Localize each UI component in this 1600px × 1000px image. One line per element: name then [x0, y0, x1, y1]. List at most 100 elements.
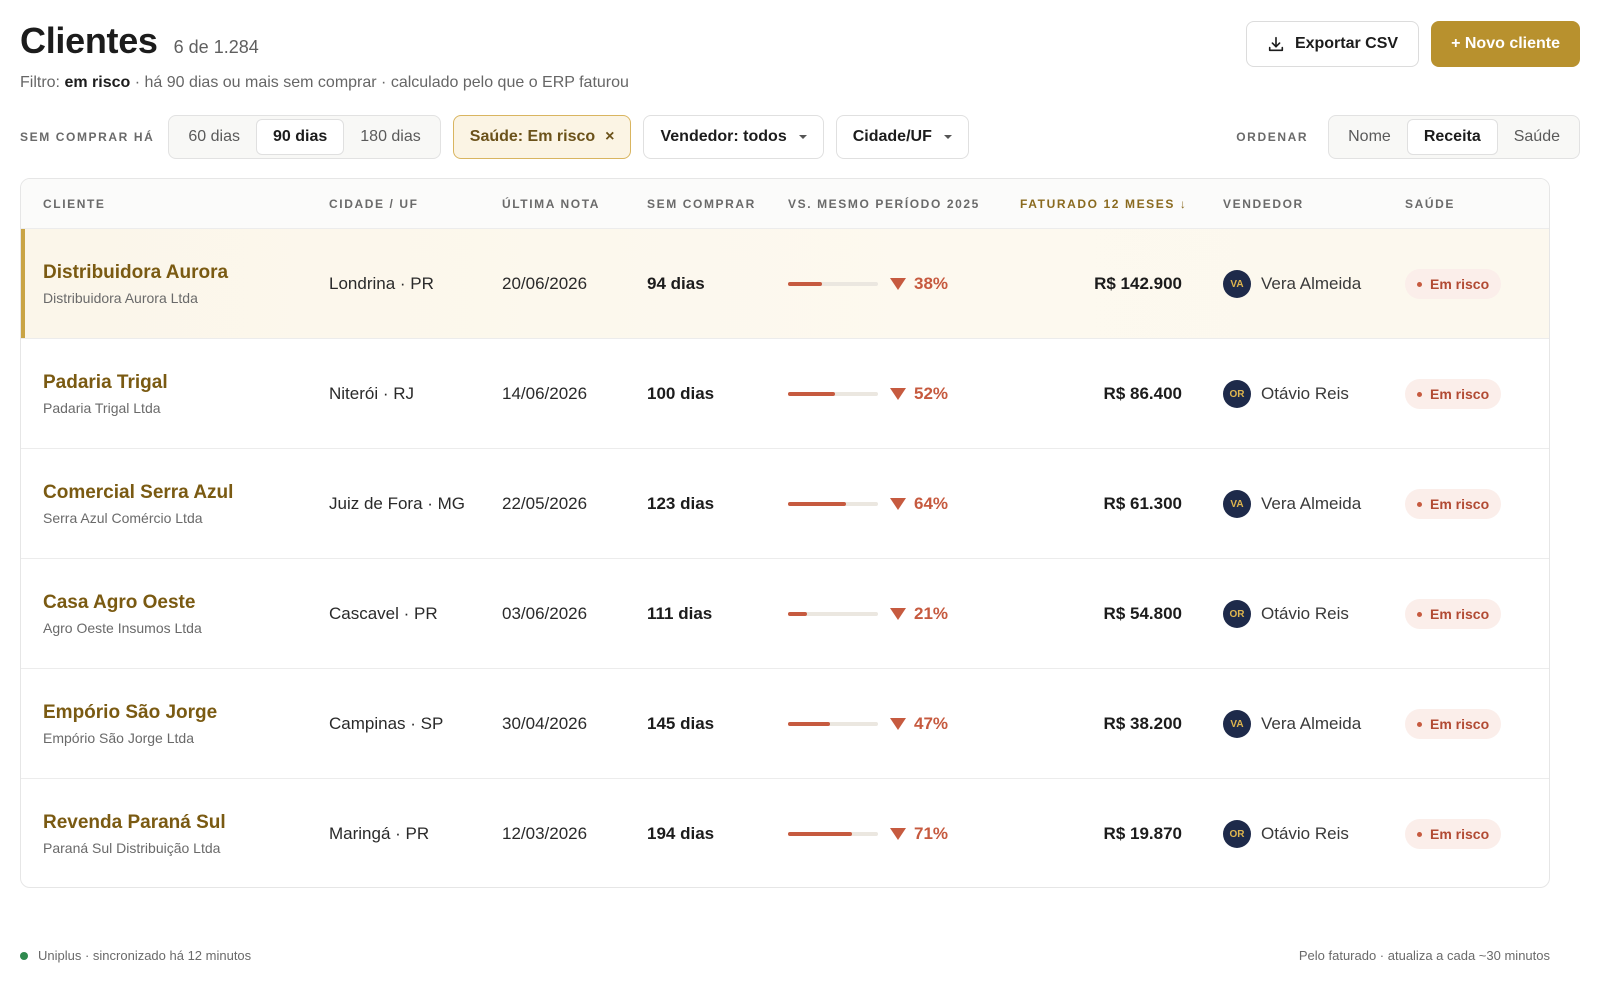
- period-option-60[interactable]: 60 dias: [172, 119, 256, 155]
- status-dot-icon: [1417, 831, 1422, 837]
- trend-cell: 38%: [788, 229, 948, 339]
- days-without-purchase-cell: 100 dias: [647, 384, 715, 403]
- column-header-seller[interactable]: VENDEDOR: [1223, 197, 1304, 211]
- period-option-90[interactable]: 90 dias: [256, 119, 345, 155]
- city-dropdown[interactable]: Cidade/UF: [835, 115, 969, 159]
- revenue-cell: R$ 54.800: [1103, 604, 1182, 623]
- status-badge-label: Em risco: [1430, 386, 1490, 402]
- avatar: VA: [1223, 710, 1251, 738]
- days-without-purchase-cell: 123 dias: [647, 494, 715, 513]
- table-row[interactable]: Revenda Paraná Sul Paraná Sul Distribuiç…: [21, 779, 1549, 887]
- table-row[interactable]: Casa Agro Oeste Agro Oeste Insumos Ltda …: [21, 559, 1549, 669]
- table-row[interactable]: Padaria Trigal Padaria Trigal Ltda Niter…: [21, 339, 1549, 449]
- seller-cell: OR Otávio Reis: [1223, 779, 1349, 887]
- drop-bar: [788, 612, 878, 616]
- filter-bar: SEM COMPRAR HÁ 60 dias 90 dias 180 dias …: [20, 114, 1580, 160]
- drop-percentage: 38%: [914, 274, 949, 293]
- revenue-cell: R$ 38.200: [1103, 714, 1182, 733]
- table-row[interactable]: Comercial Serra Azul Serra Azul Comércio…: [21, 449, 1549, 559]
- period-label: SEM COMPRAR HÁ: [20, 130, 155, 144]
- status-badge: Em risco: [1405, 709, 1502, 739]
- trend-cell: 52%: [788, 339, 948, 449]
- column-header-last-invoice[interactable]: ÚLTIMA NOTA: [502, 197, 600, 211]
- table-row[interactable]: Distribuidora Aurora Distribuidora Auror…: [21, 229, 1549, 339]
- status-dot-icon: [1417, 391, 1422, 397]
- column-header-client[interactable]: CLIENTE: [43, 197, 106, 211]
- last-invoice-cell: 22/05/2026: [502, 494, 588, 513]
- column-header-no-purchase[interactable]: SEM COMPRAR: [647, 197, 756, 211]
- client-name-link[interactable]: Distribuidora Aurora: [43, 262, 228, 284]
- seller-name: Vera Almeida: [1261, 494, 1362, 513]
- client-name-link[interactable]: Casa Agro Oeste: [43, 592, 202, 614]
- seller-cell: VA Vera Almeida: [1223, 449, 1361, 559]
- client-name-link[interactable]: Comercial Serra Azul: [43, 482, 233, 504]
- client-name-link[interactable]: Empório São Jorge: [43, 702, 217, 724]
- filter-description: Filtro: em risco · há 90 dias ou mais se…: [20, 74, 629, 92]
- filter-value: em risco: [64, 74, 131, 91]
- status-dot-icon: [1417, 281, 1422, 287]
- status-dot-icon: [1417, 611, 1422, 617]
- health-cell: Em risco: [1405, 449, 1502, 559]
- column-header-city[interactable]: CIDADE / UF: [329, 197, 419, 211]
- seller-cell: VA Vera Almeida: [1223, 669, 1361, 779]
- seller-cell: VA Vera Almeida: [1223, 229, 1361, 339]
- column-header-vs-period[interactable]: VS. MESMO PERÍODO 2025: [788, 197, 980, 211]
- page-title: Clientes: [20, 20, 158, 61]
- drop-bar-fill: [788, 392, 835, 396]
- city-cell: Londrina · PR: [329, 274, 434, 293]
- status-badge-label: Em risco: [1430, 826, 1490, 842]
- seller-dropdown-label: Vendedor: todos: [660, 128, 787, 145]
- health-filter-chip[interactable]: Saúde: Em risco ×: [452, 115, 632, 159]
- column-header-health[interactable]: SAÚDE: [1405, 197, 1455, 211]
- client-legal-name: Empório São Jorge Ltda: [43, 730, 194, 746]
- seller-name: Vera Almeida: [1261, 274, 1362, 293]
- status-badge-label: Em risco: [1430, 496, 1490, 512]
- health-cell: Em risco: [1405, 779, 1502, 887]
- drop-bar: [788, 502, 878, 506]
- last-invoice-cell: 03/06/2026: [502, 604, 588, 623]
- health-cell: Em risco: [1405, 229, 1502, 339]
- trend-cell: 71%: [788, 779, 949, 887]
- sort-option-name[interactable]: Nome: [1332, 119, 1407, 155]
- drop-percentage: 71%: [914, 824, 949, 843]
- page-header: Clientes 6 de 1.284 Filtro: em risco · h…: [20, 20, 1580, 100]
- client-legal-name: Paraná Sul Distribuição Ltda: [43, 840, 221, 856]
- client-name-link[interactable]: Padaria Trigal: [43, 372, 168, 394]
- sort-option-revenue[interactable]: Receita: [1406, 119, 1498, 155]
- client-cell: Casa Agro Oeste Agro Oeste Insumos Ltda: [43, 559, 202, 669]
- revenue-cell: R$ 19.870: [1103, 824, 1182, 843]
- client-name-link[interactable]: Revenda Paraná Sul: [43, 812, 226, 834]
- last-invoice-cell: 12/03/2026: [502, 824, 588, 843]
- export-csv-button[interactable]: Exportar CSV: [1245, 21, 1420, 67]
- seller-name: Vera Almeida: [1261, 714, 1362, 733]
- avatar: OR: [1223, 820, 1251, 848]
- close-icon[interactable]: ×: [605, 128, 614, 146]
- status-badge-label: Em risco: [1430, 716, 1490, 732]
- table-row[interactable]: Empório São Jorge Empório São Jorge Ltda…: [21, 669, 1549, 779]
- status-badge: Em risco: [1405, 599, 1502, 629]
- client-cell: Comercial Serra Azul Serra Azul Comércio…: [43, 449, 233, 559]
- status-badge-label: Em risco: [1430, 276, 1490, 292]
- drop-bar-fill: [788, 502, 846, 506]
- client-legal-name: Agro Oeste Insumos Ltda: [43, 620, 202, 636]
- avatar: VA: [1223, 490, 1251, 518]
- status-badge: Em risco: [1405, 379, 1502, 409]
- sort-option-health[interactable]: Saúde: [1498, 119, 1576, 155]
- client-cell: Empório São Jorge Empório São Jorge Ltda: [43, 669, 217, 779]
- download-icon: [1268, 36, 1284, 52]
- city-dropdown-label: Cidade/UF: [852, 128, 932, 145]
- sort-segmented-control: Nome Receita Saúde: [1328, 115, 1580, 159]
- column-header-revenue[interactable]: FATURADO 12 MESES ↓: [1020, 197, 1188, 211]
- seller-dropdown[interactable]: Vendedor: todos: [643, 115, 824, 159]
- new-client-button[interactable]: + Novo cliente: [1431, 21, 1580, 67]
- result-count: 6 de 1.284: [173, 37, 259, 57]
- drop-bar: [788, 392, 878, 396]
- status-badge: Em risco: [1405, 269, 1502, 299]
- avatar: OR: [1223, 380, 1251, 408]
- health-cell: Em risco: [1405, 559, 1502, 669]
- period-option-180[interactable]: 180 dias: [344, 119, 437, 155]
- filter-prefix: Filtro:: [20, 74, 60, 91]
- drop-percentage: 47%: [914, 714, 949, 733]
- seller-cell: OR Otávio Reis: [1223, 559, 1349, 669]
- last-invoice-cell: 30/04/2026: [502, 714, 588, 733]
